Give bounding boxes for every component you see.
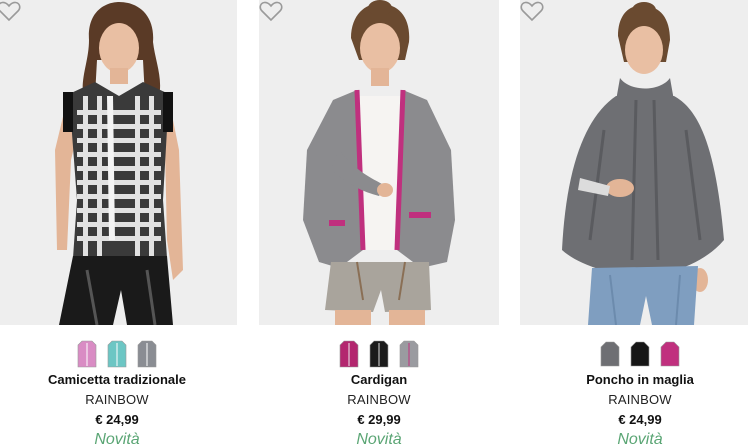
product-price: € 29,99	[357, 412, 401, 427]
color-swatch-black[interactable]	[630, 340, 650, 368]
new-badge: Novità	[617, 431, 663, 447]
color-swatch-magenta[interactable]	[660, 340, 680, 368]
product-name[interactable]: Cardigan	[259, 372, 499, 387]
product-name[interactable]: Camicetta tradizionale	[0, 372, 237, 387]
product-grid: Camicetta tradizionale RAINBOW € 24,99 N…	[0, 0, 748, 447]
color-swatch-magenta[interactable]	[339, 340, 359, 368]
product-photo[interactable]	[0, 0, 237, 325]
product-card[interactable]: Camicetta tradizionale RAINBOW € 24,99 N…	[0, 0, 237, 447]
color-swatch-pink[interactable]	[77, 340, 97, 368]
heart-icon[interactable]	[0, 0, 21, 22]
heart-icon[interactable]	[259, 0, 283, 22]
color-swatches	[0, 340, 237, 368]
color-swatch-black[interactable]	[369, 340, 389, 368]
product-card[interactable]: Cardigan RAINBOW € 29,99 Novità	[259, 0, 499, 447]
new-badge: Novità	[94, 431, 140, 447]
new-badge: Novità	[356, 431, 402, 447]
color-swatches	[520, 340, 748, 368]
product-name[interactable]: Poncho in maglia	[520, 372, 748, 387]
product-price: € 24,99	[618, 412, 662, 427]
product-brand: RAINBOW	[608, 392, 672, 407]
color-swatch-turquoise[interactable]	[107, 340, 127, 368]
color-swatches	[259, 340, 499, 368]
product-brand: RAINBOW	[347, 392, 411, 407]
product-card[interactable]: Poncho in maglia RAINBOW € 24,99 Novità	[520, 0, 748, 447]
color-swatch-grey[interactable]	[399, 340, 419, 368]
product-brand: RAINBOW	[85, 392, 149, 407]
product-photo[interactable]	[259, 0, 499, 325]
heart-icon[interactable]	[520, 0, 544, 22]
color-swatch-grey[interactable]	[600, 340, 620, 368]
product-photo[interactable]	[520, 0, 748, 325]
color-swatch-grey[interactable]	[137, 340, 157, 368]
product-price: € 24,99	[95, 412, 139, 427]
